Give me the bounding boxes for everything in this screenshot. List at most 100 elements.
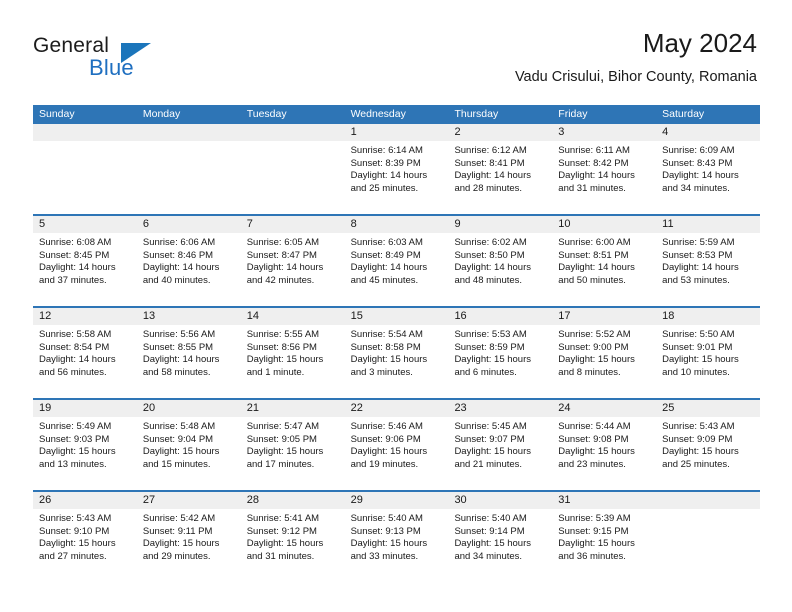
- sunrise-text: Sunrise: 5:45 AM: [454, 421, 527, 432]
- sunset-text: Sunset: 9:15 PM: [558, 525, 629, 537]
- day-cell[interactable]: 4 Sunrise: 6:09 AM Sunset: 8:43 PM Dayli…: [656, 124, 761, 214]
- day-number: 17: [552, 308, 657, 325]
- sunrise-text: Sunrise: 5:58 AM: [39, 329, 112, 340]
- day-cell[interactable]: 16 Sunrise: 5:53 AM Sunset: 8:59 PM Dayl…: [448, 308, 553, 398]
- day-cell[interactable]: [656, 492, 761, 582]
- day-cell[interactable]: 31 Sunrise: 5:39 AM Sunset: 9:15 PM Dayl…: [552, 492, 657, 582]
- sunset-text: Sunset: 9:12 PM: [246, 525, 317, 537]
- day-cell[interactable]: 2 Sunrise: 6:12 AM Sunset: 8:41 PM Dayli…: [448, 124, 553, 214]
- day-cell[interactable]: 28 Sunrise: 5:41 AM Sunset: 9:12 PM Dayl…: [240, 492, 345, 582]
- day-number: 10: [552, 216, 657, 233]
- day-details: Sunrise: 5:41 AM Sunset: 9:12 PM Dayligh…: [241, 509, 345, 563]
- sunset-text: Sunset: 9:07 PM: [454, 433, 525, 445]
- daylight-text-line1: Daylight: 14 hours: [39, 354, 116, 366]
- weekday-header-friday: Friday: [558, 108, 588, 120]
- day-cell[interactable]: [240, 124, 345, 214]
- day-number: 18: [656, 308, 761, 325]
- day-details: Sunrise: 6:02 AM Sunset: 8:50 PM Dayligh…: [448, 233, 552, 287]
- daylight-text-line1: Daylight: 14 hours: [454, 262, 532, 274]
- daylight-text-line2: and 37 minutes.: [39, 274, 107, 286]
- daylight-text-line2: and 27 minutes.: [39, 550, 107, 562]
- sunrise-text: Sunrise: 5:40 AM: [454, 513, 527, 524]
- sunrise-text: Sunrise: 6:03 AM: [350, 237, 423, 248]
- day-cell[interactable]: 3 Sunrise: 6:11 AM Sunset: 8:42 PM Dayli…: [552, 124, 657, 214]
- day-details: Sunrise: 6:14 AM Sunset: 8:39 PM Dayligh…: [345, 141, 449, 195]
- weekday-header-saturday: Saturday: [662, 108, 705, 120]
- sunset-text: Sunset: 8:50 PM: [454, 249, 525, 261]
- day-cell[interactable]: 20 Sunrise: 5:48 AM Sunset: 9:04 PM Dayl…: [136, 400, 241, 490]
- day-details: Sunrise: 6:08 AM Sunset: 8:45 PM Dayligh…: [33, 233, 137, 287]
- daylight-text-line2: and 3 minutes.: [350, 366, 413, 378]
- day-cell[interactable]: 17 Sunrise: 5:52 AM Sunset: 9:00 PM Dayl…: [552, 308, 657, 398]
- day-cell[interactable]: 18 Sunrise: 5:50 AM Sunset: 9:01 PM Dayl…: [656, 308, 761, 398]
- day-cell[interactable]: 25 Sunrise: 5:43 AM Sunset: 9:09 PM Dayl…: [656, 400, 761, 490]
- daylight-text-line2: and 1 minute.: [246, 366, 305, 378]
- daylight-text-line2: and 42 minutes.: [246, 274, 315, 286]
- day-cell[interactable]: 22 Sunrise: 5:46 AM Sunset: 9:06 PM Dayl…: [344, 400, 449, 490]
- daylight-text-line1: Daylight: 15 hours: [246, 446, 324, 458]
- day-cell[interactable]: 29 Sunrise: 5:40 AM Sunset: 9:13 PM Dayl…: [344, 492, 449, 582]
- sunrise-text: Sunrise: 6:09 AM: [662, 145, 735, 156]
- day-cell[interactable]: 27 Sunrise: 5:42 AM Sunset: 9:11 PM Dayl…: [136, 492, 241, 582]
- daylight-text-line1: Daylight: 14 hours: [558, 262, 635, 274]
- daylight-text-line2: and 29 minutes.: [142, 550, 211, 562]
- daylight-text-line2: and 53 minutes.: [662, 274, 730, 286]
- sunset-text: Sunset: 8:58 PM: [350, 341, 421, 353]
- page-subtitle: Vadu Crisului, Bihor County, Romania: [514, 69, 757, 85]
- day-cell[interactable]: 11 Sunrise: 5:59 AM Sunset: 8:53 PM Dayl…: [656, 216, 761, 306]
- day-cell[interactable]: 24 Sunrise: 5:44 AM Sunset: 9:08 PM Dayl…: [552, 400, 657, 490]
- day-number: 27: [136, 492, 241, 509]
- daylight-text-line1: Daylight: 14 hours: [454, 170, 532, 182]
- day-cell[interactable]: 14 Sunrise: 5:55 AM Sunset: 8:56 PM Dayl…: [240, 308, 345, 398]
- day-cell[interactable]: 6 Sunrise: 6:06 AM Sunset: 8:46 PM Dayli…: [136, 216, 241, 306]
- day-cell[interactable]: 9 Sunrise: 6:02 AM Sunset: 8:50 PM Dayli…: [448, 216, 553, 306]
- sunset-text: Sunset: 8:55 PM: [142, 341, 214, 353]
- day-cell[interactable]: 21 Sunrise: 5:47 AM Sunset: 9:05 PM Dayl…: [240, 400, 345, 490]
- sunset-text: Sunset: 8:54 PM: [39, 341, 110, 353]
- day-details: Sunrise: 5:40 AM Sunset: 9:13 PM Dayligh…: [345, 509, 449, 563]
- sunrise-text: Sunrise: 5:43 AM: [39, 513, 112, 524]
- daylight-text-line1: Daylight: 15 hours: [39, 446, 116, 458]
- sunrise-text: Sunrise: 6:11 AM: [558, 145, 630, 156]
- daylight-text-line1: Daylight: 15 hours: [662, 446, 739, 458]
- day-cell[interactable]: 19 Sunrise: 5:49 AM Sunset: 9:03 PM Dayl…: [33, 400, 137, 490]
- weekday-header-wednesday: Wednesday: [350, 108, 406, 120]
- day-details: [33, 141, 137, 145]
- general-blue-logo[interactable]: General Blue: [33, 34, 213, 82]
- day-cell[interactable]: 12 Sunrise: 5:58 AM Sunset: 8:54 PM Dayl…: [33, 308, 137, 398]
- day-details: Sunrise: 6:05 AM Sunset: 8:47 PM Dayligh…: [241, 233, 345, 287]
- day-number: 9: [448, 216, 553, 233]
- day-cell[interactable]: [136, 124, 241, 214]
- daylight-text-line1: Daylight: 15 hours: [350, 538, 428, 550]
- day-cell[interactable]: 5 Sunrise: 6:08 AM Sunset: 8:45 PM Dayli…: [33, 216, 137, 306]
- day-cell[interactable]: 26 Sunrise: 5:43 AM Sunset: 9:10 PM Dayl…: [33, 492, 137, 582]
- page-title: May 2024: [642, 28, 757, 58]
- day-details: Sunrise: 5:43 AM Sunset: 9:09 PM Dayligh…: [656, 417, 760, 471]
- day-details: Sunrise: 5:49 AM Sunset: 9:03 PM Dayligh…: [33, 417, 137, 471]
- day-cell[interactable]: 30 Sunrise: 5:40 AM Sunset: 9:14 PM Dayl…: [448, 492, 553, 582]
- daylight-text-line2: and 6 minutes.: [454, 366, 517, 378]
- daylight-text-line1: Daylight: 14 hours: [142, 262, 220, 274]
- day-cell[interactable]: 13 Sunrise: 5:56 AM Sunset: 8:55 PM Dayl…: [136, 308, 241, 398]
- day-cell[interactable]: 15 Sunrise: 5:54 AM Sunset: 8:58 PM Dayl…: [344, 308, 449, 398]
- daylight-text-line2: and 23 minutes.: [558, 458, 626, 470]
- day-number: 16: [448, 308, 553, 325]
- day-number: 22: [344, 400, 449, 417]
- daylight-text-line2: and 15 minutes.: [142, 458, 211, 470]
- day-cell[interactable]: 7 Sunrise: 6:05 AM Sunset: 8:47 PM Dayli…: [240, 216, 345, 306]
- daylight-text-line1: Daylight: 15 hours: [350, 446, 428, 458]
- daylight-text-line1: Daylight: 14 hours: [350, 170, 428, 182]
- sunset-text: Sunset: 8:53 PM: [662, 249, 733, 261]
- day-cell[interactable]: 8 Sunrise: 6:03 AM Sunset: 8:49 PM Dayli…: [344, 216, 449, 306]
- day-cell[interactable]: [33, 124, 137, 214]
- day-details: Sunrise: 5:47 AM Sunset: 9:05 PM Dayligh…: [241, 417, 345, 471]
- weekday-header-sunday: Sunday: [39, 108, 75, 120]
- day-cell[interactable]: 23 Sunrise: 5:45 AM Sunset: 9:07 PM Dayl…: [448, 400, 553, 490]
- day-cell[interactable]: 1 Sunrise: 6:14 AM Sunset: 8:39 PM Dayli…: [344, 124, 449, 214]
- week-row: 1 Sunrise: 6:14 AM Sunset: 8:39 PM Dayli…: [33, 124, 761, 214]
- day-number: [136, 124, 241, 141]
- day-cell[interactable]: 10 Sunrise: 6:00 AM Sunset: 8:51 PM Dayl…: [552, 216, 657, 306]
- daylight-text-line2: and 25 minutes.: [350, 182, 419, 194]
- sunrise-text: Sunrise: 6:12 AM: [454, 145, 527, 156]
- title-block: May 2024 Vadu Crisului, Bihor County, Ro…: [515, 28, 757, 87]
